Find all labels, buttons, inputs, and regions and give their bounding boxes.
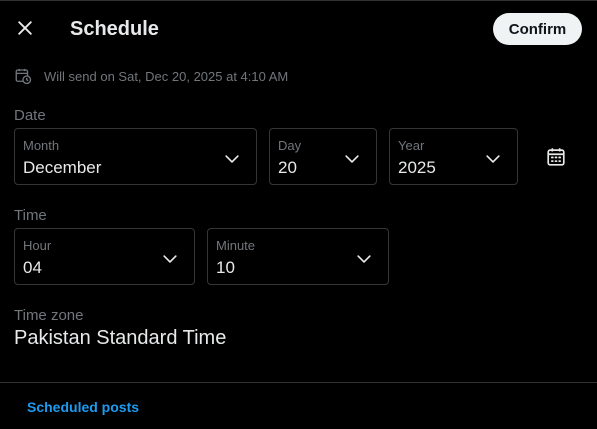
hour-value: 04 — [23, 258, 42, 277]
hour-select[interactable]: Hour 04 — [14, 228, 195, 285]
calendar-picker-button[interactable] — [543, 144, 569, 170]
day-value: 20 — [278, 158, 297, 177]
timezone-label: Time zone — [14, 307, 84, 324]
date-section-label: Date — [14, 107, 46, 124]
chevron-down-icon — [345, 155, 359, 163]
will-send-info: Will send on Sat, Dec 20, 2025 at 4:10 A… — [14, 67, 288, 85]
chevron-down-icon — [357, 255, 371, 263]
chevron-down-icon — [163, 255, 177, 263]
footer-divider — [0, 382, 597, 383]
month-select[interactable]: Month December — [14, 128, 257, 185]
minute-select[interactable]: Minute 10 — [207, 228, 389, 285]
calendar-clock-icon — [15, 68, 32, 85]
month-value: December — [23, 158, 102, 177]
day-select[interactable]: Day 20 — [269, 128, 377, 185]
close-button[interactable] — [8, 11, 42, 45]
minute-label: Minute — [216, 238, 256, 253]
close-icon — [18, 21, 32, 35]
timezone-value: Pakistan Standard Time — [14, 327, 227, 349]
month-label: Month — [23, 138, 60, 153]
dialog-title: Schedule — [70, 18, 159, 40]
chevron-down-icon — [225, 155, 239, 163]
schedule-dialog: Schedule Confirm Will send on Sat, Dec 2… — [0, 0, 597, 429]
time-section-label: Time — [14, 207, 47, 224]
chevron-down-icon — [486, 155, 500, 163]
minute-value: 10 — [216, 258, 235, 277]
year-select[interactable]: Year 2025 — [389, 128, 518, 185]
calendar-icon — [547, 148, 565, 166]
year-label: Year — [398, 138, 425, 153]
scheduled-posts-link[interactable]: Scheduled posts — [27, 399, 139, 415]
confirm-button[interactable]: Confirm — [493, 13, 582, 45]
will-send-text: Will send on Sat, Dec 20, 2025 at 4:10 A… — [44, 68, 289, 84]
year-value: 2025 — [398, 158, 436, 177]
hour-label: Hour — [23, 238, 52, 253]
day-label: Day — [278, 138, 302, 153]
